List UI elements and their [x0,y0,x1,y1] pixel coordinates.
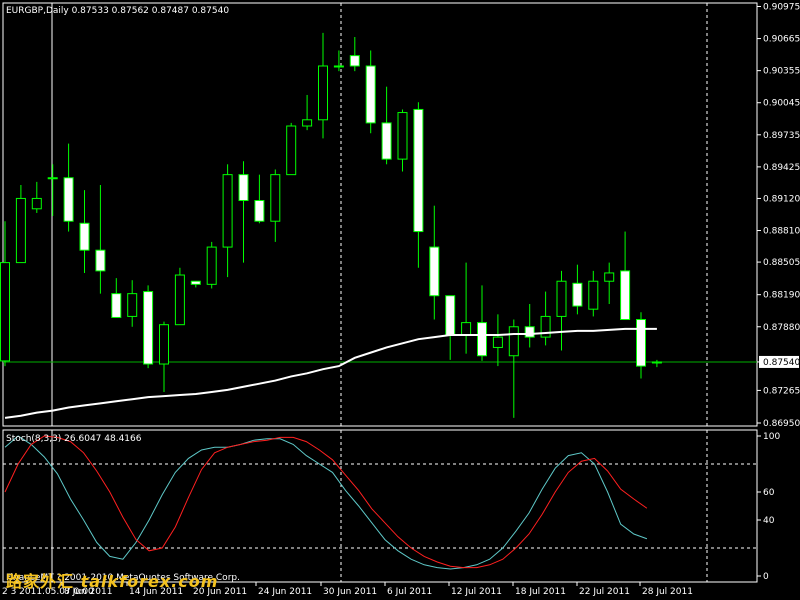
price-tick-label: 0.86950 [763,419,800,429]
axes: 0.90975 0.90665 0.90355 0.90045 0.89735 0.894… [61,2,800,597]
candle-body [588,280,599,310]
date-tick-label: 6 Jul 2011 [387,587,432,597]
candle-body [445,295,456,336]
candle-body [143,291,154,365]
candle-body [461,322,472,336]
date-tick-label: 24 Jun 2011 [258,587,312,597]
candle-body [159,324,169,365]
date-tick-label: 28 Jul 2011 [642,587,693,597]
price-tick-label: 0.89120 [763,194,800,204]
candle-body [477,322,487,357]
candle-body [508,326,519,357]
candle-body [651,361,662,364]
candle-body [127,293,138,317]
candle-body [15,197,26,264]
price-tick-label: 0.89425 [763,163,800,173]
candle-body [492,336,503,348]
candle-body [524,326,535,338]
price-tick-label: 0.87540 [763,358,800,368]
candle-body [286,125,297,176]
candle-body [365,65,376,124]
candle-body [429,246,440,297]
date-tick-label: 30 Jun 2011 [323,587,377,597]
watermark-en: talkforex.com [80,572,219,591]
candle-body [174,274,185,326]
price-tick-label: 0.89735 [763,131,800,141]
candle-body [556,280,567,317]
moving-average-line [4,327,657,419]
candle-body [222,174,233,248]
price-tick-label: 0.87265 [763,386,800,396]
price-tick-label: 0.87880 [763,323,800,333]
price-tick-label: 0.88505 [763,258,800,268]
candle-body [381,122,392,160]
stoch-tick-label: 100 [763,432,780,442]
price-tick-label: 0.88810 [763,227,800,237]
candle-body [111,293,122,318]
candle-body [238,174,249,202]
candle-body [413,108,424,233]
price-tick-label: 0.90045 [763,99,800,109]
candle-body [63,177,74,222]
stoch-tick-label: 0 [763,572,769,582]
main-panel [0,2,758,427]
date-tick-label: 18 Jul 2011 [515,587,566,597]
candle-body [206,246,217,285]
date-tick-label: 22 Jul 2011 [579,587,630,597]
chart-svg: 0.90975 0.90665 0.90355 0.90045 0.89735 0.894… [0,2,800,597]
price-tick-label: 0.90355 [763,67,800,77]
candle-body [333,65,344,68]
candle-body [636,319,646,367]
watermark: 路家外汇 talkforex.com [6,568,218,592]
price-tick-label: 0.90975 [763,2,800,12]
stoch-panel [2,429,758,583]
stoch-title: Stoch(8,3,3) 26.6047 48.4166 [6,434,142,444]
candle-body [604,272,615,282]
candle-body [270,174,281,222]
watermark-cn: 路家外汇 [6,572,75,591]
price-tick-label: 0.88190 [763,291,800,301]
candle-body [0,262,10,362]
date-tick-label: 12 Jul 2011 [451,587,502,597]
candle-body [190,280,201,285]
candle-body [572,282,583,307]
stoch-tick-label: 40 [763,516,775,526]
main-chart-title: EURGBP,Daily 0.87533 0.87562 0.87487 0.8… [6,6,229,16]
candle-body [254,200,265,222]
candle-body [47,177,58,180]
stoch-main-line [4,435,648,570]
stoch-tick-label: 60 [763,488,775,498]
candle-body [31,197,42,210]
candle-body [302,119,313,127]
candle-body [349,55,360,67]
candle-body [397,112,408,160]
candle-body [95,249,106,272]
candle-body [318,65,328,121]
candle-body [620,270,631,321]
candle-body [79,222,90,251]
price-tick-label: 0.90665 [763,35,800,45]
